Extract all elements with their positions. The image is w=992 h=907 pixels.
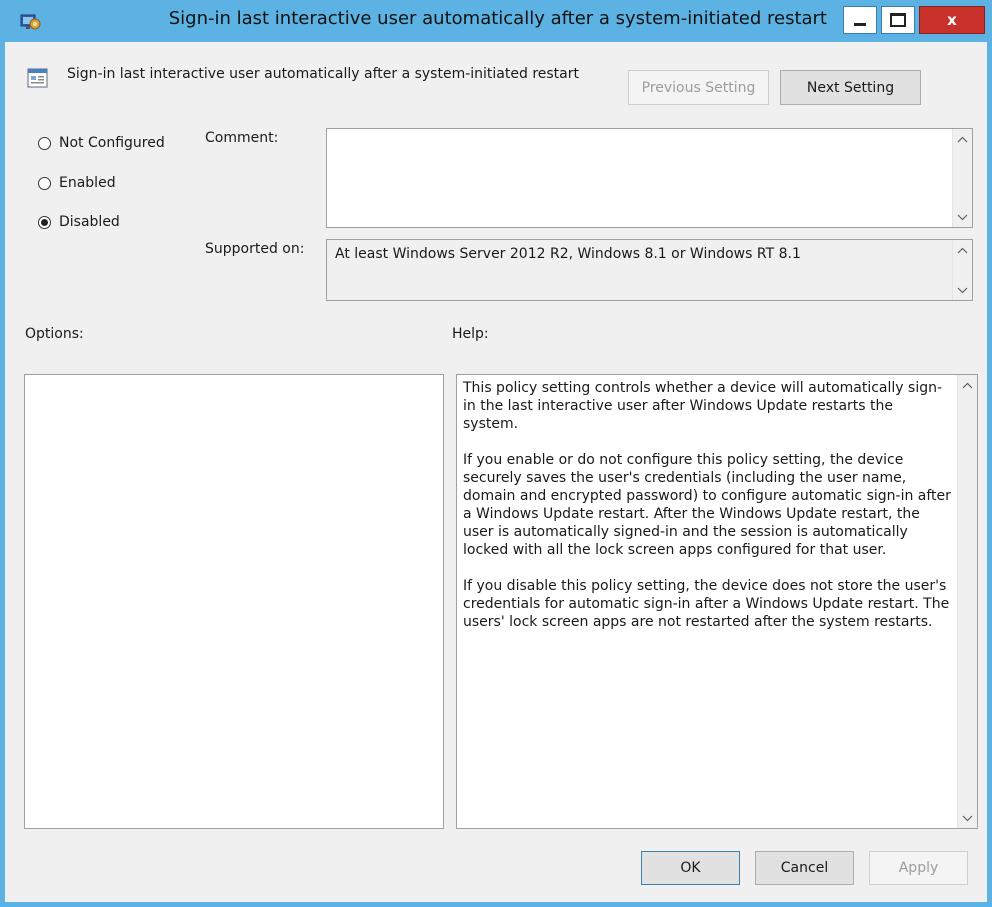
radio-disabled-circle[interactable] xyxy=(38,215,51,229)
help-paragraph: If you enable or do not configure this p… xyxy=(463,452,951,558)
close-icon: x xyxy=(947,11,957,29)
scroll-down-icon[interactable] xyxy=(953,281,972,299)
comment-textarea[interactable] xyxy=(326,128,973,228)
minimize-button[interactable] xyxy=(843,6,877,34)
help-panel[interactable]: This policy setting controls whether a d… xyxy=(456,374,978,829)
radio-disabled-label: Disabled xyxy=(59,214,120,230)
scroll-up-icon[interactable] xyxy=(953,130,972,148)
scroll-down-icon[interactable] xyxy=(958,809,977,827)
supported-on-field: At least Windows Server 2012 R2, Windows… xyxy=(326,239,973,301)
help-scrollbar[interactable] xyxy=(957,375,977,828)
minimize-icon xyxy=(854,22,866,26)
policy-name: Sign-in last interactive user automatica… xyxy=(67,66,579,82)
next-setting-button[interactable]: Next Setting xyxy=(780,70,921,105)
options-label: Options: xyxy=(25,326,84,342)
radio-not-configured-label: Not Configured xyxy=(59,135,165,151)
group-policy-app-icon xyxy=(20,14,41,30)
previous-setting-button[interactable]: Previous Setting xyxy=(628,70,769,105)
scroll-up-icon[interactable] xyxy=(958,376,977,394)
radio-disabled[interactable]: Disabled xyxy=(38,214,120,230)
comment-label: Comment: xyxy=(205,130,279,146)
radio-enabled[interactable]: Enabled xyxy=(38,175,116,191)
maximize-icon xyxy=(890,13,906,27)
help-paragraph: This policy setting controls whether a d… xyxy=(463,380,943,432)
close-button[interactable]: x xyxy=(919,6,985,34)
maximize-button[interactable] xyxy=(881,6,915,34)
window-title: Sign-in last interactive user automatica… xyxy=(168,8,827,29)
policy-setting-icon xyxy=(27,68,48,88)
cancel-button[interactable]: Cancel xyxy=(755,851,854,885)
supported-on-label: Supported on: xyxy=(205,241,305,257)
scroll-down-icon[interactable] xyxy=(953,208,972,226)
radio-enabled-label: Enabled xyxy=(59,175,116,191)
apply-button[interactable]: Apply xyxy=(869,851,968,885)
radio-not-configured-circle[interactable] xyxy=(38,136,51,150)
radio-not-configured[interactable]: Not Configured xyxy=(38,135,165,151)
title-bar[interactable]: Sign-in last interactive user automatica… xyxy=(0,0,992,42)
options-panel xyxy=(24,374,444,829)
supported-on-scrollbar[interactable] xyxy=(952,240,972,300)
policy-dialog-window: Sign-in last interactive user automatica… xyxy=(0,0,992,907)
ok-button[interactable]: OK xyxy=(641,851,740,885)
help-label: Help: xyxy=(452,326,489,342)
scroll-up-icon[interactable] xyxy=(953,241,972,259)
comment-scrollbar[interactable] xyxy=(952,129,972,227)
help-text: This policy setting controls whether a d… xyxy=(463,379,951,649)
supported-on-value: At least Windows Server 2012 R2, Windows… xyxy=(335,246,801,262)
help-paragraph: If you disable this policy setting, the … xyxy=(463,578,950,630)
radio-enabled-circle[interactable] xyxy=(38,176,51,190)
